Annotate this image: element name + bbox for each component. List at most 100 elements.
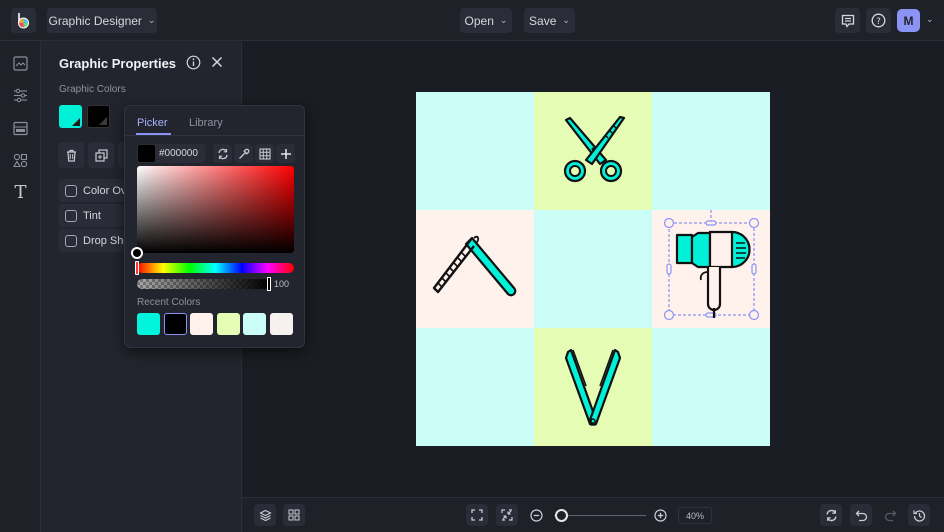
grid-view-button[interactable] bbox=[283, 504, 305, 526]
color-overlay-label: Color Ov bbox=[83, 184, 127, 197]
graphic-colors-label: Graphic Colors bbox=[59, 84, 126, 95]
grid-cell[interactable] bbox=[534, 92, 652, 210]
delete-button[interactable] bbox=[58, 142, 84, 168]
drop-shadow-label: Drop Sho bbox=[83, 234, 130, 247]
redo-button[interactable] bbox=[879, 504, 901, 526]
recent-color-swatch[interactable] bbox=[269, 313, 293, 335]
grid-cell[interactable] bbox=[652, 328, 770, 446]
svg-text:?: ? bbox=[876, 17, 881, 27]
help-button[interactable]: ? bbox=[866, 8, 891, 33]
chevron-down-icon: ⌄ bbox=[562, 15, 570, 25]
recent-colors-label: Recent Colors bbox=[137, 297, 201, 308]
hue-handle[interactable] bbox=[135, 261, 139, 275]
avatar-initial: M bbox=[903, 13, 914, 28]
opacity-value[interactable]: 100 bbox=[274, 279, 289, 289]
open-label: Open bbox=[464, 13, 494, 28]
close-icon[interactable] bbox=[211, 56, 223, 68]
shrink-screen-button[interactable] bbox=[496, 504, 518, 526]
hex-value[interactable]: #000000 bbox=[159, 148, 198, 159]
tab-picker[interactable]: Picker bbox=[137, 117, 168, 129]
open-button[interactable]: Open ⌄ bbox=[460, 8, 512, 33]
grid-cell[interactable] bbox=[652, 92, 770, 210]
save-label: Save bbox=[529, 13, 557, 28]
sync-button[interactable] bbox=[820, 504, 842, 526]
shapes-icon[interactable] bbox=[12, 152, 29, 169]
eyedropper-button[interactable] bbox=[234, 144, 253, 163]
zoom-in-icon[interactable] bbox=[654, 509, 667, 522]
fit-screen-button[interactable] bbox=[466, 504, 488, 526]
zoom-out-icon[interactable] bbox=[530, 509, 543, 522]
comment-icon bbox=[841, 14, 854, 28]
recent-color-swatch[interactable] bbox=[216, 313, 240, 335]
expand-icon bbox=[471, 509, 483, 521]
help-icon: ? bbox=[871, 13, 886, 28]
undo-button[interactable] bbox=[850, 504, 872, 526]
app-menu-label: Graphic Designer bbox=[48, 13, 142, 28]
grid-cell[interactable] bbox=[534, 210, 652, 328]
design-canvas[interactable] bbox=[416, 92, 770, 446]
grid-view-icon bbox=[288, 509, 300, 521]
current-color-swatch bbox=[138, 145, 155, 162]
undo-icon bbox=[855, 510, 867, 521]
chevron-down-icon: ⌄ bbox=[147, 15, 156, 25]
grid-icon bbox=[258, 147, 271, 160]
hex-field[interactable]: #000000 bbox=[137, 144, 205, 163]
info-icon[interactable] bbox=[186, 55, 201, 70]
grid-cell[interactable] bbox=[534, 328, 652, 446]
hair-dryer-icon[interactable] bbox=[652, 199, 770, 328]
layout-icon[interactable] bbox=[12, 120, 29, 137]
recent-color-swatch[interactable] bbox=[190, 313, 213, 335]
zoom-level: 40% bbox=[685, 510, 704, 521]
layers-icon bbox=[258, 509, 272, 521]
saturation-value-area[interactable] bbox=[137, 166, 294, 253]
grid-cell[interactable] bbox=[652, 199, 770, 328]
recent-color-swatch[interactable] bbox=[137, 313, 160, 335]
recent-color-swatch[interactable] bbox=[243, 313, 266, 335]
duplicate-icon bbox=[94, 148, 108, 162]
tint-label: Tint bbox=[83, 209, 101, 222]
add-color-button[interactable] bbox=[276, 144, 295, 163]
drop-shadow-checkbox[interactable] bbox=[65, 234, 77, 247]
palette-grid-button[interactable] bbox=[255, 144, 274, 163]
scissors-icon[interactable] bbox=[534, 92, 652, 210]
graphic-color-swatch[interactable] bbox=[87, 105, 110, 128]
app-logo[interactable] bbox=[11, 8, 36, 33]
straight-razor-icon[interactable] bbox=[416, 210, 534, 328]
zoom-slider-handle[interactable] bbox=[555, 509, 568, 522]
grid-cell[interactable] bbox=[416, 210, 534, 328]
grid-cell[interactable] bbox=[416, 92, 534, 210]
recent-color-swatch[interactable] bbox=[163, 313, 187, 335]
logo-icon bbox=[18, 13, 29, 29]
hair-straightener-icon[interactable] bbox=[534, 328, 652, 446]
save-button[interactable]: Save ⌄ bbox=[524, 8, 575, 33]
tint-checkbox[interactable] bbox=[65, 209, 77, 222]
app-menu-button[interactable]: Graphic Designer ⌄ bbox=[47, 8, 157, 33]
panel-title: Graphic Properties bbox=[59, 56, 177, 71]
plus-icon bbox=[280, 148, 291, 159]
collapse-icon bbox=[501, 509, 513, 521]
zoom-level-field[interactable]: 40% bbox=[678, 507, 712, 524]
saturation-handle[interactable] bbox=[131, 247, 143, 259]
layers-button[interactable] bbox=[254, 504, 276, 526]
avatar[interactable]: M bbox=[897, 9, 920, 32]
adjustments-icon[interactable] bbox=[12, 87, 29, 104]
account-chevron-icon[interactable]: ⌄ bbox=[926, 14, 934, 25]
history-button[interactable] bbox=[908, 504, 930, 526]
chevron-down-icon: ⌄ bbox=[499, 15, 508, 25]
duplicate-button[interactable] bbox=[88, 142, 114, 168]
top-bar: Graphic Designer ⌄ Open ⌄ Save ⌄ ? M ⌄ bbox=[0, 0, 944, 41]
text-icon[interactable]: T bbox=[12, 182, 29, 203]
left-tool-rail: T bbox=[0, 41, 41, 532]
hue-slider[interactable] bbox=[137, 263, 294, 273]
image-icon[interactable] bbox=[12, 55, 29, 72]
opacity-slider[interactable] bbox=[137, 279, 270, 289]
color-overlay-checkbox[interactable] bbox=[65, 184, 77, 197]
opacity-handle[interactable] bbox=[267, 277, 271, 291]
eyedropper-icon bbox=[238, 148, 249, 159]
grid-cell[interactable] bbox=[416, 328, 534, 446]
tab-library[interactable]: Library bbox=[189, 117, 223, 129]
comments-button[interactable] bbox=[835, 8, 860, 33]
refresh-icon bbox=[825, 509, 837, 521]
swap-color-button[interactable] bbox=[213, 144, 232, 163]
graphic-color-swatch[interactable] bbox=[59, 105, 82, 128]
